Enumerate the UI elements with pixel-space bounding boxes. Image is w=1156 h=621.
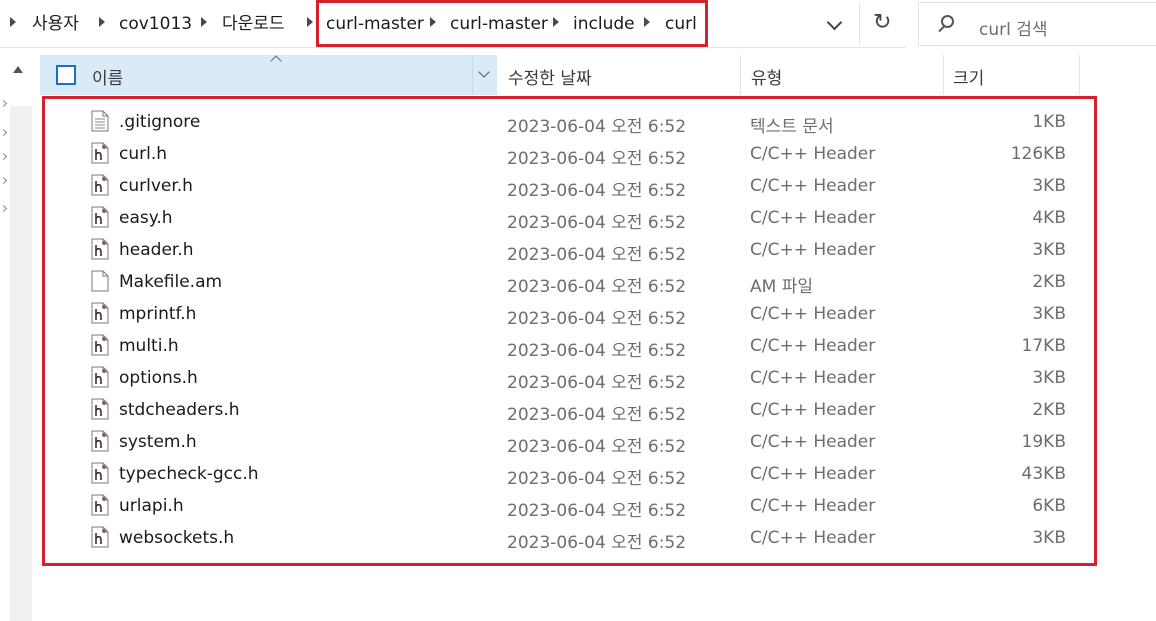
path-highlight-box (316, 0, 708, 47)
select-all-checkbox[interactable] (56, 65, 76, 85)
address-history-dropdown-button[interactable] (816, 8, 856, 40)
search-input[interactable]: curl 검색 (979, 15, 1048, 40)
refresh-icon: ↻ (873, 10, 892, 35)
breadcrumb-item-cov1013[interactable]: cov1013 (119, 12, 192, 36)
navigation-scrollbar[interactable] (10, 106, 32, 621)
chevron-down-icon (826, 14, 843, 31)
refresh-button[interactable]: ↻ (859, 2, 906, 46)
scroll-up-icon[interactable] (13, 66, 23, 73)
column-label-name: 이름 (92, 69, 124, 89)
breadcrumb-chevron-icon[interactable] (10, 17, 16, 27)
nav-chevron-icon[interactable] (0, 204, 8, 213)
column-header-type[interactable]: 유형 (751, 64, 782, 89)
column-header-size[interactable]: 크기 (953, 64, 984, 89)
file-list-highlight-box (42, 96, 1097, 566)
breadcrumb-item-users[interactable]: 사용자 (32, 12, 79, 36)
nav-chevron-icon[interactable] (0, 128, 8, 137)
nav-chevron-icon[interactable] (0, 176, 8, 185)
breadcrumb-chevron-icon[interactable] (99, 17, 105, 27)
nav-chevron-icon[interactable] (0, 99, 8, 108)
nav-chevron-icon[interactable] (0, 152, 8, 161)
column-divider[interactable] (1079, 55, 1080, 95)
search-box[interactable]: curl 검색 (918, 2, 1156, 46)
navigation-pane-edge (0, 48, 34, 621)
column-header-date[interactable]: 수정한 날짜 (508, 64, 592, 89)
breadcrumb-chevron-icon[interactable] (307, 17, 313, 27)
column-header-name[interactable]: 이름 (40, 55, 497, 95)
chevron-down-icon (478, 66, 490, 78)
breadcrumb-item-downloads[interactable]: 다운로드 (222, 12, 285, 36)
search-icon (941, 15, 954, 28)
breadcrumb-chevron-icon[interactable] (201, 17, 207, 27)
column-divider[interactable] (943, 55, 944, 95)
column-filter-dropdown[interactable] (472, 55, 498, 95)
column-header-row: 이름 수정한 날짜 유형 크기 (40, 55, 1080, 95)
column-divider[interactable] (740, 55, 741, 95)
sort-ascending-icon (270, 55, 282, 67)
address-bar[interactable]: 사용자 cov1013 다운로드 curl-master curl-master… (0, 0, 906, 48)
